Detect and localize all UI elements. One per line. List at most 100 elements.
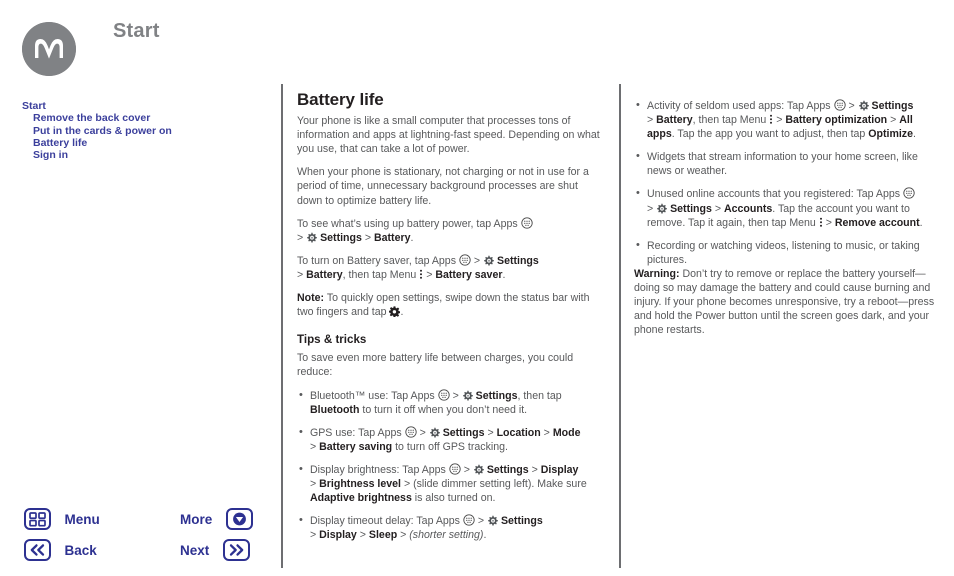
arrow-separator: >	[463, 463, 470, 476]
arrow-separator: >	[473, 254, 481, 267]
more-label[interactable]: More	[180, 512, 212, 527]
arrow-separator: >	[297, 268, 304, 281]
arrow-separator: >	[310, 477, 317, 490]
grid-icon[interactable]	[24, 508, 51, 530]
instruction-text: , then tap Menu	[342, 268, 417, 281]
settings-label: Settings	[871, 100, 914, 112]
arrow-separator: >	[543, 426, 550, 439]
double-chevron-left-icon[interactable]	[24, 539, 51, 561]
bullet-text: , then tap Menu	[692, 114, 767, 127]
settings-gear-icon	[429, 427, 440, 438]
settings-gear-icon	[306, 232, 318, 243]
right-column: Activity of seldom used apps: Tap Apps >…	[634, 93, 943, 337]
battery-label: Battery	[373, 231, 411, 244]
tips-list: Bluetooth™ use: Tap Apps > Settings, the…	[297, 387, 603, 543]
toc-item-remove-back-cover[interactable]: Remove the back cover	[22, 112, 252, 124]
tips-heading: Tips & tricks	[297, 333, 367, 347]
note-text: To quickly open settings, swipe down the…	[297, 292, 590, 319]
right-bullet-list: Activity of seldom used apps: Tap Apps >…	[634, 98, 943, 267]
intro-paragraph-1: Your phone is like a small computer that…	[297, 115, 600, 156]
arrow-separator: >	[776, 114, 783, 127]
tip-text: Display timeout delay: Tap Apps	[310, 515, 460, 528]
page-root: Start Start Remove the back cover Put in…	[0, 0, 954, 576]
tip-text: GPS use: Tap Apps	[310, 426, 402, 439]
tip-text: to turn it off when you don’t need it.	[359, 403, 528, 416]
arrow-separator: >	[452, 389, 459, 402]
arrow-separator: >	[297, 231, 304, 244]
arrow-separator: >	[477, 515, 485, 528]
period: .	[502, 268, 506, 281]
bullet-text: Recording or watching videos, listening …	[647, 239, 920, 266]
list-item: GPS use: Tap Apps > Settings > Location …	[297, 425, 603, 454]
bullet-text: Activity of seldom used apps: Tap Apps	[647, 100, 831, 112]
arrow-separator: >	[890, 114, 897, 127]
warning-paragraph: Warning: Don’t try to remove or replace …	[634, 267, 943, 337]
menu-overflow-icon	[419, 269, 423, 280]
apps-icon	[833, 99, 846, 111]
settings-gear-icon	[656, 203, 668, 214]
brightness-level-label: Brightness level	[319, 477, 401, 490]
back-label[interactable]: Back	[64, 543, 96, 558]
menu-overflow-icon	[769, 114, 773, 125]
next-button[interactable]: Next	[180, 539, 250, 569]
settings-gear-bold-icon	[389, 306, 401, 318]
menu-button[interactable]: Menu	[24, 508, 100, 538]
menu-label[interactable]: Menu	[64, 512, 99, 527]
more-button[interactable]: More	[180, 508, 253, 538]
apps-icon	[463, 514, 475, 526]
arrow-separator: >	[359, 529, 366, 542]
tips-intro: To save even more battery life between c…	[297, 352, 574, 379]
tip-text: is also turned on.	[411, 492, 496, 505]
settings-label: Settings	[670, 202, 712, 215]
tip-text: Display brightness: Tap Apps	[310, 463, 446, 476]
arrow-separator: >	[714, 202, 722, 215]
optimize-label: Optimize	[868, 128, 913, 141]
settings-label: Settings	[500, 515, 543, 528]
tip-text: to turn off GPS tracking.	[392, 440, 508, 453]
list-item: Recording or watching videos, listening …	[634, 238, 943, 267]
circle-down-arrow-icon[interactable]	[225, 508, 253, 530]
period: .	[919, 216, 923, 229]
settings-gear-icon	[462, 390, 473, 401]
arrow-separator: >	[647, 202, 654, 215]
back-button[interactable]: Back	[24, 539, 97, 569]
sleep-label: Sleep	[368, 529, 398, 542]
settings-gear-icon	[858, 100, 869, 111]
list-item: Unused online accounts that you register…	[634, 186, 943, 229]
toc-item-put-in-cards[interactable]: Put in the cards & power on	[22, 125, 252, 137]
warning-label: Warning:	[634, 267, 680, 280]
battery-optimization-label: Battery optimization	[785, 114, 888, 127]
toc-item-battery-life[interactable]: Battery life	[22, 137, 252, 149]
adaptive-brightness-label: Adaptive brightness	[310, 492, 412, 505]
bottom-navigation: Menu Back More Next	[0, 505, 281, 575]
toc-item-start[interactable]: Start	[22, 100, 252, 112]
apps-icon	[459, 254, 471, 266]
battery-label: Battery	[656, 114, 693, 127]
tip-text: , then tap	[517, 389, 562, 402]
remove-account-label: Remove account	[834, 216, 920, 229]
toc-item-sign-in[interactable]: Sign in	[22, 149, 252, 161]
battery-label: Battery	[306, 268, 343, 281]
instruction-text: To turn on Battery saver, tap Apps	[297, 254, 456, 267]
tip-text: (slide dimmer setting left). Make sure	[410, 477, 587, 490]
display-label: Display	[540, 463, 579, 476]
table-of-contents: Start Remove the back cover Put in the c…	[22, 100, 252, 161]
next-label[interactable]: Next	[180, 543, 209, 558]
battery-saving-label: Battery saving	[319, 440, 393, 453]
settings-gear-icon	[487, 515, 498, 526]
motorola-logo-icon	[22, 22, 76, 76]
bullet-text: Widgets that stream information to your …	[647, 151, 918, 178]
column-divider-left	[281, 84, 283, 568]
double-chevron-right-icon[interactable]	[222, 539, 250, 561]
arrow-separator: >	[487, 426, 494, 439]
battery-saver-instruction: To turn on Battery saver, tap Apps > Set…	[297, 254, 603, 282]
list-item: Widgets that stream information to your …	[634, 149, 943, 178]
apps-icon	[903, 187, 915, 200]
section-heading: Battery life	[297, 90, 384, 109]
arrow-separator: >	[848, 100, 855, 112]
settings-label: Settings	[442, 426, 485, 439]
middle-column: Battery life Your phone is like a small …	[297, 90, 603, 543]
arrow-separator: >	[400, 529, 407, 542]
battery-saver-label: Battery saver	[435, 268, 503, 281]
menu-overflow-icon	[819, 217, 823, 228]
